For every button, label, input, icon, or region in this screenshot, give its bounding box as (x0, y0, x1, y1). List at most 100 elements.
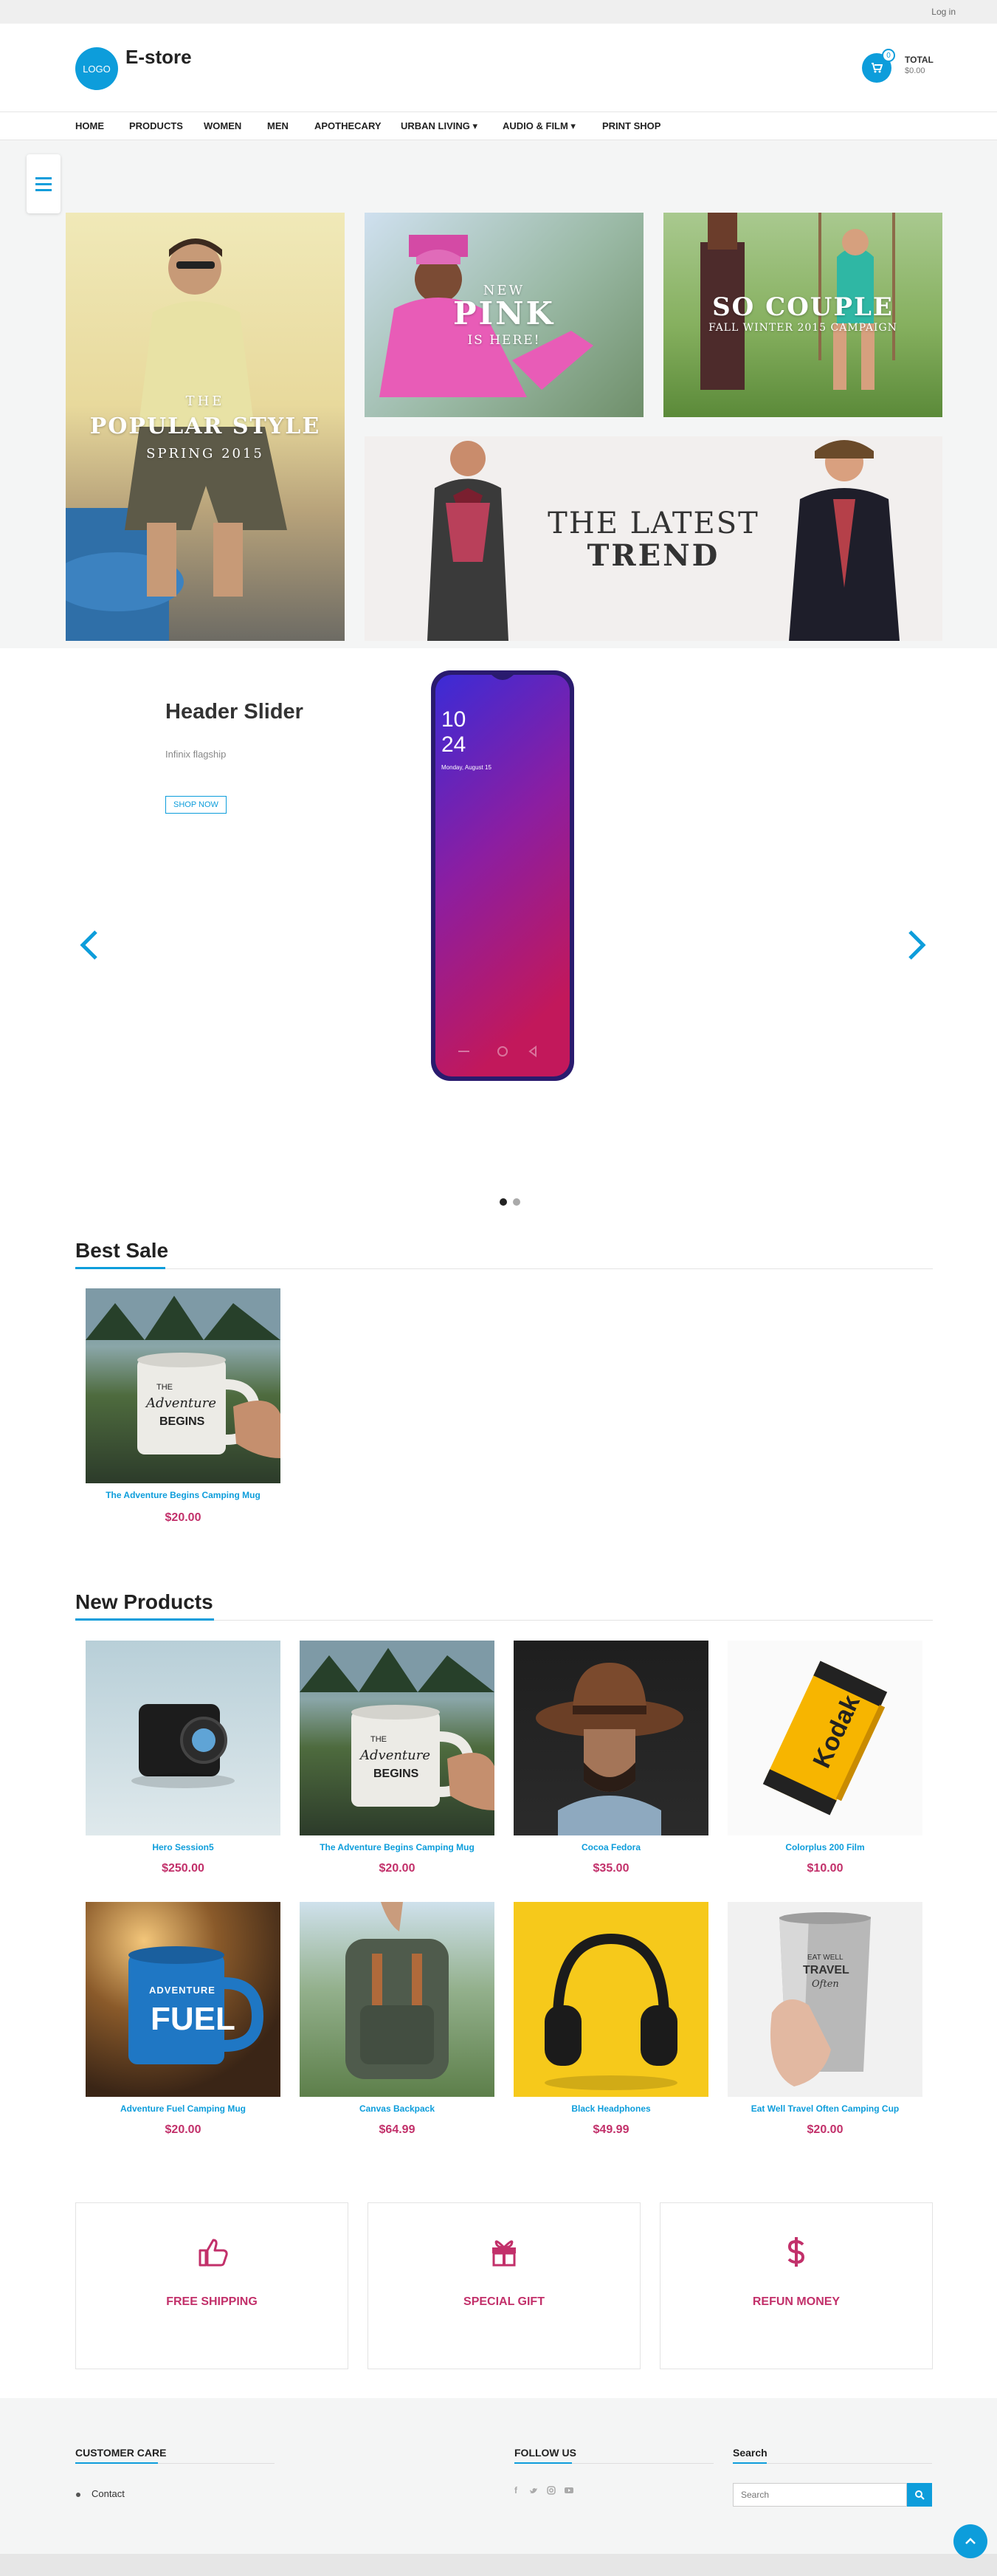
dollar-icon (660, 2236, 932, 2276)
product-name[interactable]: Canvas Backpack (300, 2103, 494, 2114)
feature-label: FREE SHIPPING (166, 2295, 258, 2308)
slider-next-button[interactable] (905, 929, 928, 969)
banner-couple-line1: SO COUPLE (712, 292, 894, 322)
product-price: $35.00 (593, 1862, 629, 1875)
brand-name[interactable]: E-store (125, 46, 192, 69)
product-image[interactable] (514, 1902, 708, 2097)
product-image[interactable] (86, 1641, 280, 1835)
nav-urban-living[interactable]: URBAN LIVING ▾ (401, 120, 477, 132)
cup-text-3: Often (812, 1979, 839, 1990)
banner-pink-line3: IS HERE! (467, 333, 541, 348)
main-nav: HOME PRODUCTS WOMEN MEN APOTHECARY URBAN… (0, 111, 997, 140)
feature-label: SPECIAL GIFT (463, 2295, 545, 2308)
mug-text-3: BEGINS (373, 1768, 419, 1780)
product-name[interactable]: The Adventure Begins Camping Mug (86, 1490, 280, 1500)
shop-now-button[interactable]: SHOP NOW (165, 796, 227, 814)
cart-total-label: TOTAL (905, 55, 934, 65)
slider-subtitle: Infinix flagship (165, 749, 227, 760)
contact-link[interactable]: Contact (92, 2488, 125, 2499)
product-price: $20.00 (165, 2123, 201, 2136)
product-price: $10.00 (807, 1862, 844, 1875)
site-header: LOGO E-store 0 TOTAL $0.00 (0, 24, 997, 111)
mug-text-2: Adventure (360, 1748, 431, 1763)
mug-text-1: ADVENTURE (149, 1985, 215, 1996)
nav-home[interactable]: HOME (75, 120, 104, 131)
product-price: $20.00 (165, 1511, 201, 1524)
product-image[interactable]: THE Adventure BEGINS (86, 1288, 280, 1483)
slider-title: Header Slider (165, 700, 303, 724)
feature-free-shipping: FREE SHIPPING (75, 2202, 348, 2369)
product-name[interactable]: The Adventure Begins Camping Mug (300, 1842, 494, 1852)
logo[interactable]: LOGO (75, 47, 118, 90)
backpack-image (345, 1902, 449, 2079)
nav-men[interactable]: MEN (267, 120, 289, 131)
product-name[interactable]: Adventure Fuel Camping Mug (86, 2103, 280, 2114)
footer-search-button[interactable] (907, 2483, 932, 2507)
product-image[interactable]: EAT WELL TRAVEL Often (728, 1902, 922, 2097)
product-image[interactable]: Kodak (728, 1641, 922, 1835)
menu-icon-bar (35, 189, 52, 191)
sidebar-toggle-button[interactable] (27, 154, 61, 213)
phone-clock-hour: 10 (441, 707, 466, 732)
cart-total-value: $0.00 (905, 66, 925, 75)
blue-mug-image (128, 1946, 264, 2064)
search-underline (733, 2462, 767, 2464)
cup-text-2: TRAVEL (803, 1964, 849, 1976)
product-name[interactable]: Hero Session5 (86, 1842, 280, 1852)
gift-icon (368, 2236, 640, 2276)
product-image[interactable]: ADVENTURE FUEL (86, 1902, 280, 2097)
instagram-icon[interactable] (547, 2485, 556, 2498)
mug-text-2: FUEL (151, 2001, 235, 2037)
product-price: $64.99 (379, 2123, 415, 2136)
banner-popular-line3: SPRING 2015 (146, 446, 264, 461)
nav-products[interactable]: PRODUCTS (129, 120, 183, 131)
product-name[interactable]: Eat Well Travel Often Camping Cup (728, 2103, 922, 2114)
mug-text-3: BEGINS (159, 1415, 205, 1428)
banner-pink[interactable]: NEW PINK IS HERE! (365, 213, 644, 417)
banner-pink-line2: PINK (452, 295, 556, 332)
slider-dot-2[interactable] (513, 1198, 520, 1206)
menu-icon-bar (35, 177, 52, 179)
banner-trend-line1: THE LATEST (548, 506, 759, 540)
facebook-icon[interactable]: f (514, 2485, 517, 2496)
nav-print-shop[interactable]: PRINT SHOP (602, 120, 660, 131)
youtube-icon[interactable] (564, 2485, 574, 2498)
follow-us-underline (514, 2462, 572, 2464)
product-name[interactable]: Cocoa Fedora (514, 1842, 708, 1852)
top-bar: Log in (0, 0, 997, 24)
nav-apothecary[interactable]: APOTHECARY (314, 120, 382, 131)
nav-audio-film[interactable]: AUDIO & FILM ▾ (503, 120, 576, 132)
product-name[interactable]: Colorplus 200 Film (728, 1842, 922, 1852)
chevron-right-icon (908, 930, 926, 960)
twitter-icon[interactable] (529, 2485, 538, 2498)
back-to-top-button[interactable] (953, 2524, 987, 2558)
banner-couple-line2: FALL WINTER 2015 CAMPAIGN (708, 322, 897, 334)
mug-text-1: THE (156, 1383, 173, 1392)
search-icon (915, 2490, 925, 2500)
search-title: Search (733, 2447, 767, 2459)
mug-text-2: Adventure (146, 1395, 217, 1411)
slider-dot-1[interactable] (500, 1198, 507, 1206)
phone-date: Monday, August 15 (441, 764, 491, 771)
follow-us-title: FOLLOW US (514, 2447, 576, 2459)
banner-so-couple[interactable]: SO COUPLE FALL WINTER 2015 CAMPAIGN (663, 213, 942, 417)
customer-care-title: CUSTOMER CARE (75, 2447, 167, 2459)
product-image[interactable] (514, 1641, 708, 1835)
feature-special-gift: SPECIAL GIFT (368, 2202, 641, 2369)
product-image[interactable]: THE Adventure BEGINS (300, 1641, 494, 1835)
banner-popular-line1: THE (185, 394, 225, 409)
banner-latest-trend[interactable]: THE LATEST TREND (365, 436, 942, 641)
header-slider: Header Slider Infinix flagship SHOP NOW … (0, 648, 997, 1217)
product-image[interactable] (300, 1902, 494, 2097)
bullet-icon (76, 2493, 80, 2497)
slider-prev-button[interactable] (78, 929, 100, 969)
product-name[interactable]: Black Headphones (514, 2103, 708, 2114)
banner-popular-style[interactable]: THE POPULAR STYLE SPRING 2015 (66, 213, 345, 641)
login-link[interactable]: Log in (931, 7, 956, 17)
nav-women[interactable]: WOMEN (204, 120, 241, 131)
chevron-up-icon (965, 2538, 976, 2544)
footer-search-input[interactable] (733, 2483, 907, 2507)
best-sale-divider (75, 1268, 933, 1269)
new-products-title: New Products (75, 1590, 213, 1613)
product-price: $49.99 (593, 2123, 629, 2136)
